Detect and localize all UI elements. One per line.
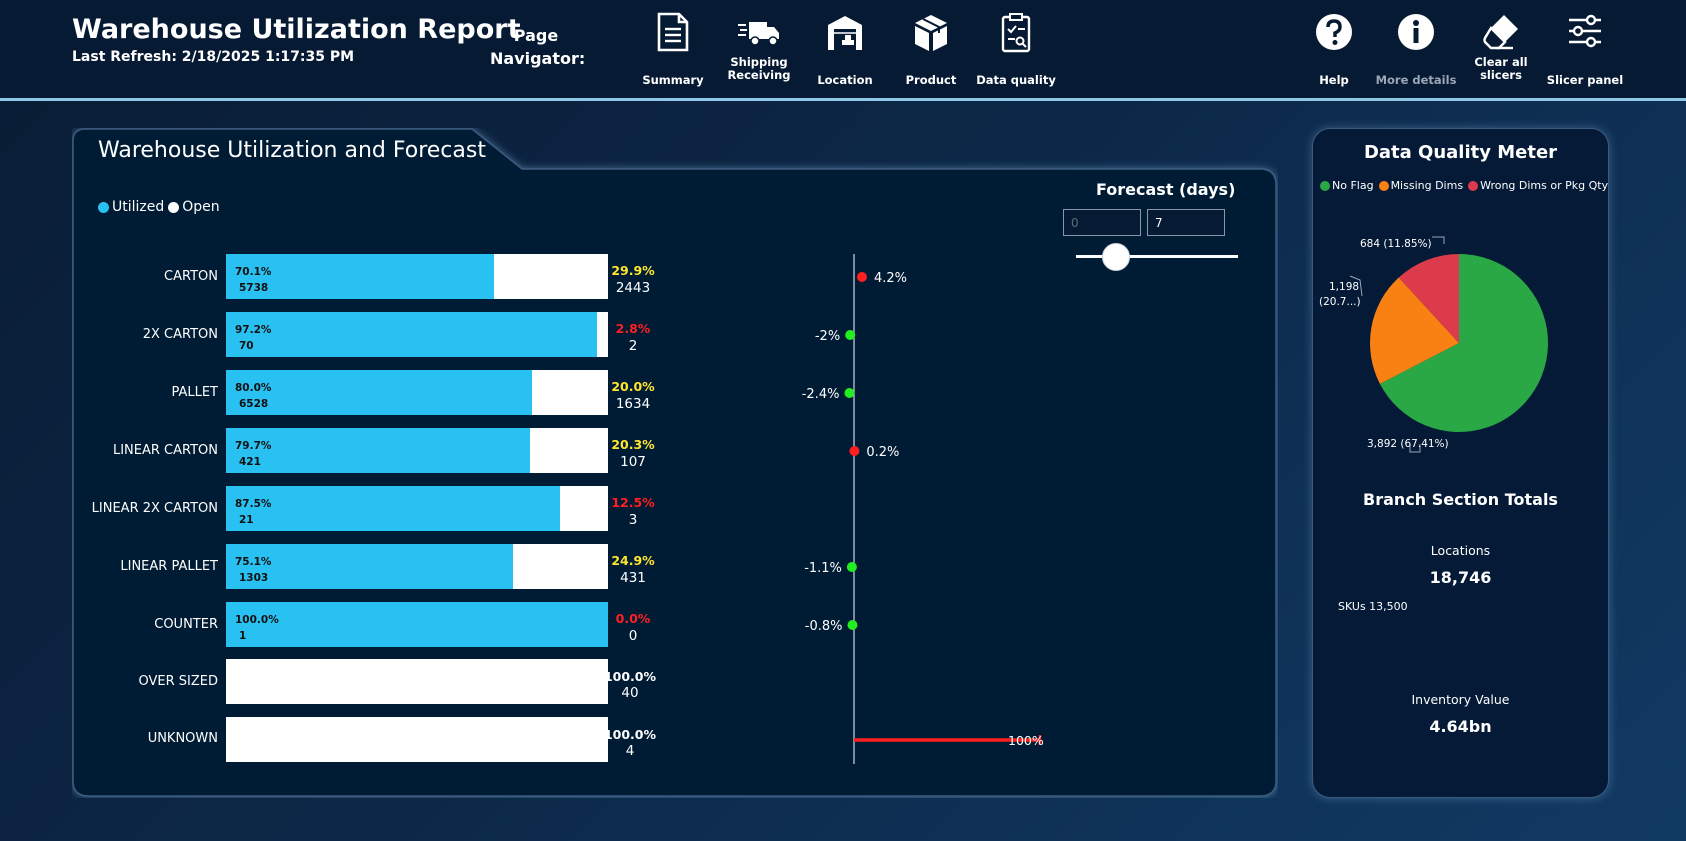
data-quality-legend: No Flag Missing Dims Wrong Dims or Pkg Q… bbox=[1320, 179, 1608, 192]
forecast-slider-track[interactable] bbox=[1076, 255, 1238, 258]
forecast-change-label: -2.4% bbox=[802, 387, 840, 402]
forecast-change-label: 4.2% bbox=[874, 271, 907, 286]
pie-label-wrong-dims: 684 (11.85%) bbox=[1360, 238, 1432, 250]
branch-totals-title: Branch Section Totals bbox=[1363, 490, 1558, 509]
locations-label: Locations bbox=[1430, 543, 1491, 558]
data-quality-pie[interactable] bbox=[1312, 220, 1609, 460]
locations-value: 18,746 bbox=[1429, 568, 1492, 587]
forecast-change-label: 100% bbox=[1008, 733, 1044, 748]
forecast-change-label: -2% bbox=[815, 329, 840, 344]
forecast-change-label: 0.2% bbox=[866, 445, 899, 460]
forecast-change-point bbox=[849, 446, 860, 456]
forecast-change-label: -1.1% bbox=[804, 561, 842, 576]
pie-label-missing-dims-2: (20.7...) bbox=[1319, 296, 1361, 308]
legend-missing-dims-label: Missing Dims bbox=[1390, 179, 1464, 192]
legend-missing-dims-marker bbox=[1378, 180, 1389, 191]
forecast-change-point bbox=[845, 330, 856, 340]
forecast-change-point bbox=[856, 272, 867, 282]
legend-no-flag-label: No Flag bbox=[1332, 179, 1374, 192]
legend-wrong-dims-label: Wrong Dims or Pkg Qty bbox=[1480, 179, 1609, 192]
forecast-change-label: -0.8% bbox=[805, 619, 843, 634]
leader-wrong-dims bbox=[1432, 236, 1445, 244]
legend-wrong-dims-marker bbox=[1468, 180, 1479, 191]
pie-label-no-flag: 3,892 (67.41%) bbox=[1367, 438, 1449, 450]
forecast-change-point bbox=[847, 620, 858, 630]
forecast-max-input[interactable] bbox=[1147, 209, 1225, 236]
data-quality-title: Data Quality Meter bbox=[1363, 142, 1558, 163]
skus-total: SKUs 13,500 bbox=[1338, 600, 1408, 613]
forecast-change-point bbox=[844, 388, 855, 398]
inventory-label: Inventory Value bbox=[1411, 692, 1510, 707]
pie-label-missing-dims-1: 1,198 bbox=[1329, 281, 1360, 293]
inventory-value: 4.64bn bbox=[1429, 717, 1492, 736]
legend-no-flag-marker bbox=[1320, 180, 1330, 191]
forecast-min-input[interactable] bbox=[1063, 209, 1141, 236]
forecast-slider-thumb[interactable] bbox=[1102, 243, 1130, 271]
forecast-change-point bbox=[846, 562, 857, 572]
forecast-days-title: Forecast (days) bbox=[1096, 180, 1236, 199]
